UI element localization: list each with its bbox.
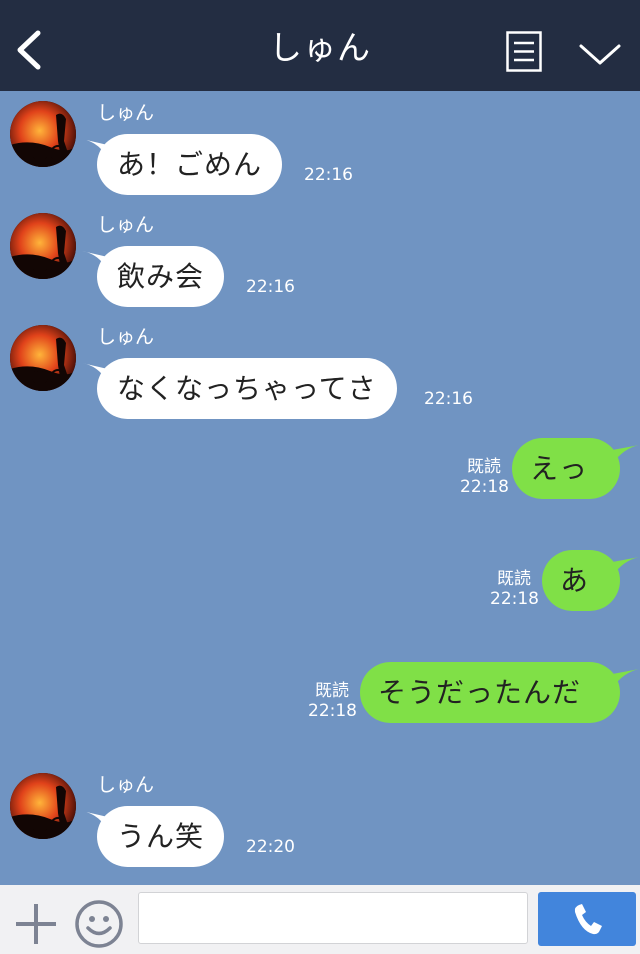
avatar[interactable] <box>10 101 76 167</box>
read-receipt: 既読 <box>497 569 531 589</box>
message-bubble[interactable]: うん笑 <box>97 806 225 867</box>
message-bubble[interactable]: なくなっちゃってさ <box>97 358 397 419</box>
avatar[interactable] <box>10 773 76 839</box>
message-list[interactable]: しゅん あ！ごめん 22:16 しゅん 飲み会 22:16 しゅん なくなっちゃ… <box>0 91 640 885</box>
read-receipt: 既読 <box>467 457 501 477</box>
message-time: 22:20 <box>246 837 295 857</box>
document-menu-icon <box>506 31 542 72</box>
message-time: 22:16 <box>424 389 473 409</box>
emoji-button[interactable] <box>74 899 124 949</box>
message-input[interactable] <box>138 892 528 944</box>
message-meta: 既読 22:18 <box>460 457 509 497</box>
read-receipt: 既読 <box>315 681 349 701</box>
message-bubble[interactable]: そうだったんだ <box>360 662 620 723</box>
message-time: 22:18 <box>460 477 509 497</box>
collapse-button[interactable] <box>578 40 622 68</box>
menu-button[interactable] <box>506 31 542 72</box>
add-button[interactable] <box>14 902 58 946</box>
message-meta: 既読 22:18 <box>490 569 539 609</box>
chat-title: しゅん <box>269 28 371 67</box>
message-bubble[interactable]: あ <box>542 550 620 611</box>
message-bubble[interactable]: あ！ごめん <box>97 134 283 195</box>
message-time: 22:16 <box>246 277 295 297</box>
message-bubble[interactable]: えっ <box>512 438 620 499</box>
avatar[interactable] <box>10 213 76 279</box>
message-bubble[interactable]: 飲み会 <box>97 246 225 307</box>
call-button[interactable] <box>538 892 636 946</box>
input-bar <box>0 885 640 954</box>
message-meta: 既読 22:18 <box>308 681 357 721</box>
message-time: 22:18 <box>308 701 357 721</box>
plus-icon <box>16 904 56 944</box>
sender-name: しゅん <box>97 102 155 124</box>
chevron-down-icon <box>579 44 621 65</box>
sender-name: しゅん <box>97 326 155 348</box>
sender-name: しゅん <box>97 214 155 236</box>
chat-header: しゅん <box>0 0 640 91</box>
phone-icon <box>574 904 602 935</box>
message-time: 22:16 <box>304 165 353 185</box>
smiley-icon <box>75 900 123 948</box>
sender-name: しゅん <box>97 774 155 796</box>
message-time: 22:18 <box>490 589 539 609</box>
avatar[interactable] <box>10 325 76 391</box>
